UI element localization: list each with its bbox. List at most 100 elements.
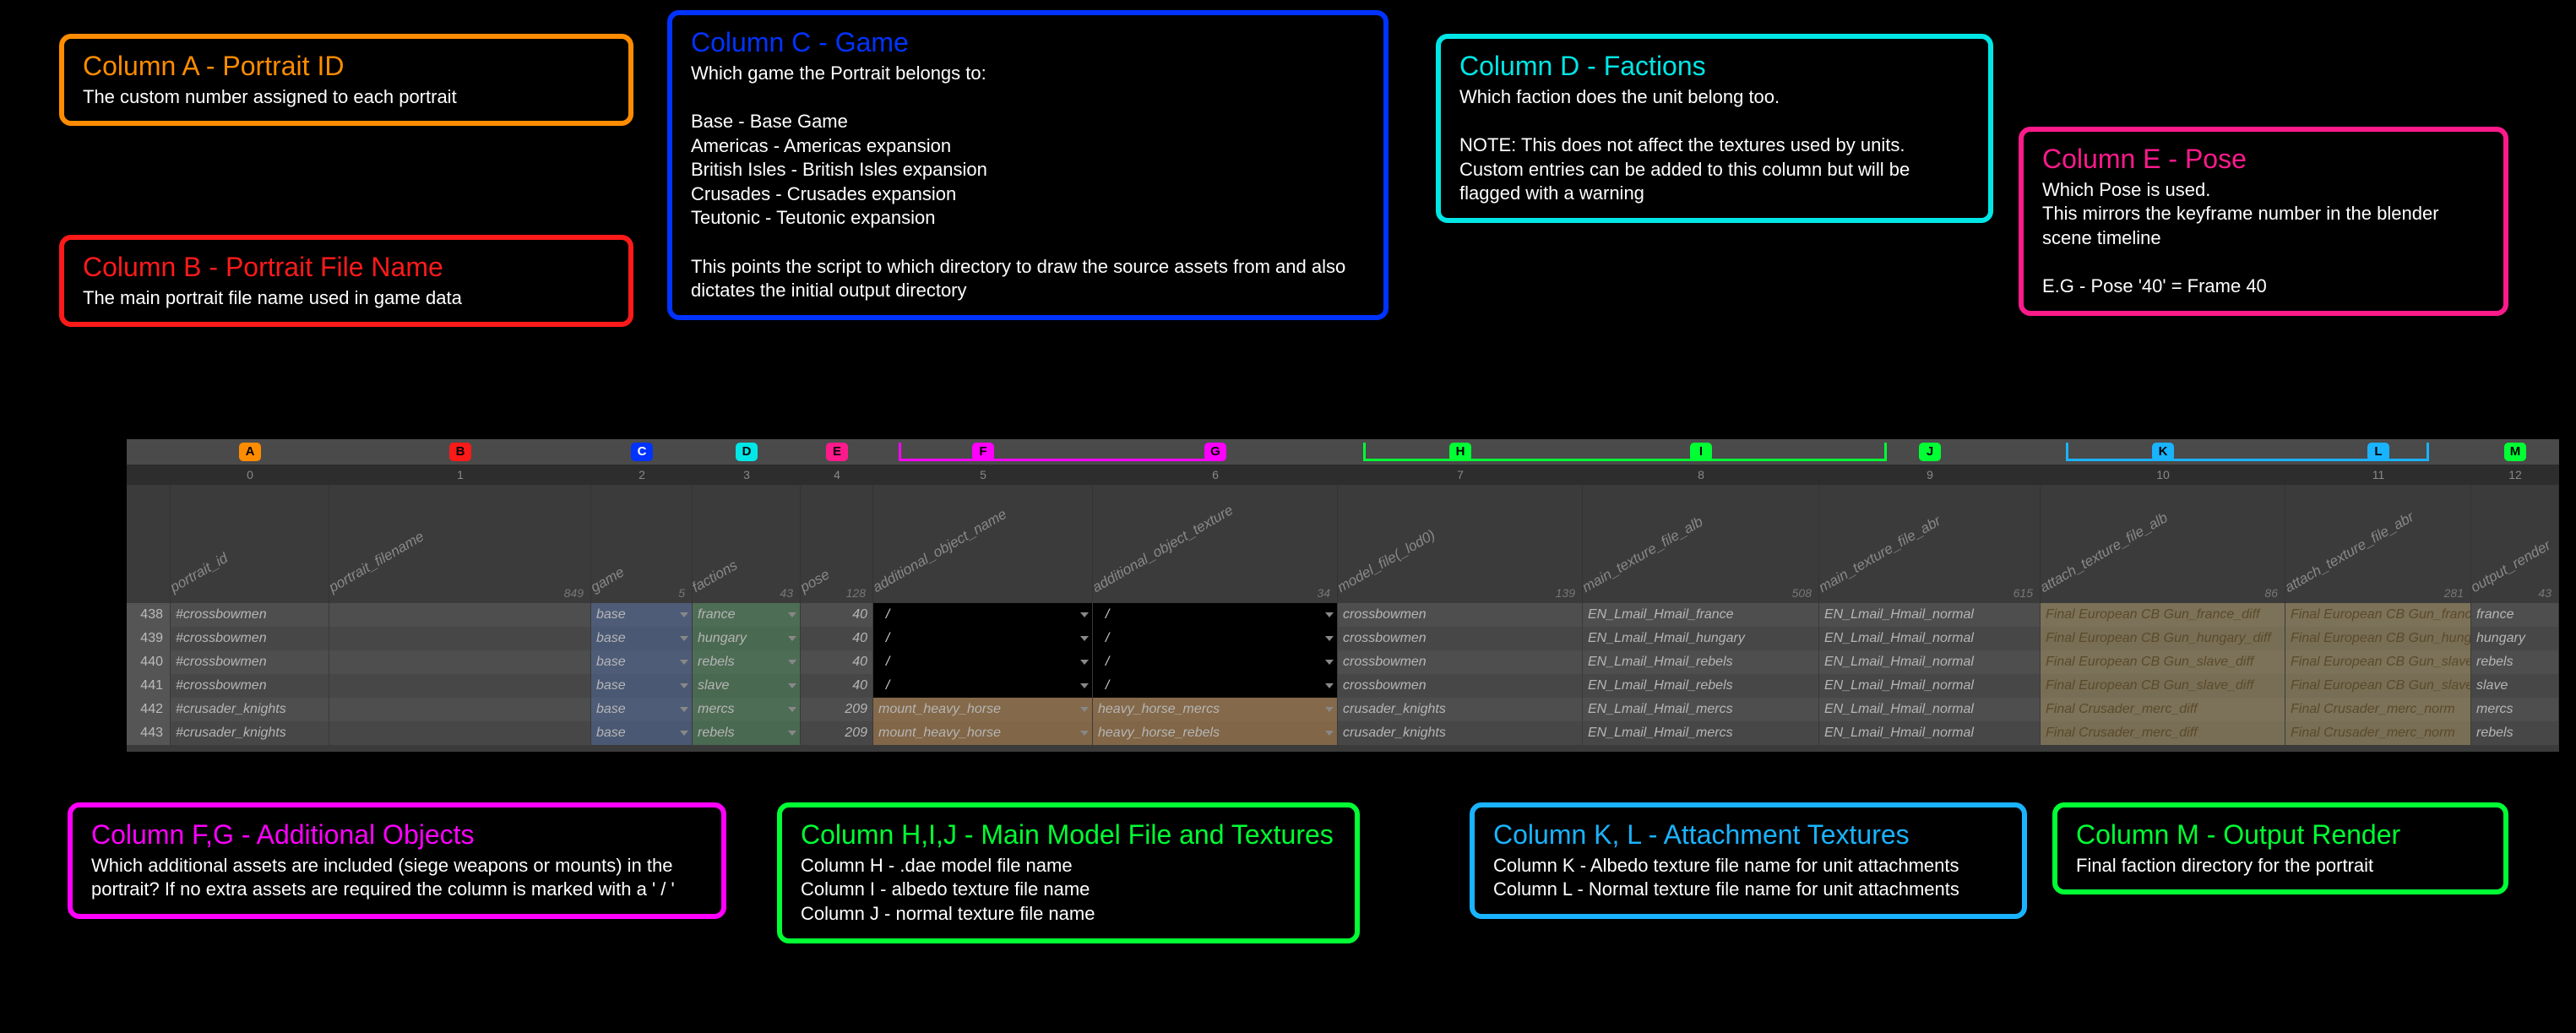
num-4[interactable]: 4 xyxy=(801,465,873,485)
cell-attach-texture-alb[interactable]: Final European CB Gun_slave_diff xyxy=(2041,650,2285,674)
cell-additional-object-name[interactable]: mount_heavy_horse xyxy=(873,721,1093,745)
cell-model-file[interactable]: crossbowmen xyxy=(1338,627,1583,650)
table-row[interactable]: 443#crusader_knightsbaserebels209mount_h… xyxy=(127,721,2559,745)
col-letter-a[interactable]: A xyxy=(171,439,329,465)
cell-additional-object-texture[interactable]: heavy_horse_rebels xyxy=(1093,721,1338,745)
num-5[interactable]: 5 xyxy=(873,465,1093,485)
num-0[interactable]: 0 xyxy=(171,465,329,485)
header-model-file[interactable]: model_file(_lod0)139 xyxy=(1338,485,1583,603)
col-letter-b[interactable]: B xyxy=(329,439,591,465)
table-row[interactable]: 440#crossbowmenbaserebels40 / /crossbowm… xyxy=(127,650,2559,674)
col-letter-g[interactable]: G xyxy=(1093,439,1338,465)
corner-cell[interactable] xyxy=(127,439,171,465)
cell-additional-object-name[interactable]: / xyxy=(873,603,1093,627)
cell-main-texture-alb[interactable]: EN_Lmail_Hmail_rebels xyxy=(1583,650,1819,674)
row-number[interactable]: 442 xyxy=(127,698,171,721)
cell-attach-texture-alb[interactable]: Final Crusader_merc_diff xyxy=(2041,721,2285,745)
chevron-down-icon[interactable] xyxy=(680,731,688,736)
cell-attach-texture-abr[interactable]: Final European CB Gun_hungary_norm xyxy=(2285,627,2471,650)
col-letter-f[interactable]: F xyxy=(873,439,1093,465)
row-number[interactable]: 443 xyxy=(127,721,171,745)
cell-main-texture-alb[interactable]: EN_Lmail_Hmail_mercs xyxy=(1583,721,1819,745)
num-10[interactable]: 10 xyxy=(2041,465,2285,485)
cell-pose[interactable]: 40 xyxy=(801,674,873,698)
cell-pose[interactable]: 209 xyxy=(801,698,873,721)
header-main-texture-alb[interactable]: main_texture_file_alb508 xyxy=(1583,485,1819,603)
cell-faction[interactable]: rebels xyxy=(693,721,801,745)
table-row[interactable]: 439#crossbowmenbasehungary40 / /crossbow… xyxy=(127,627,2559,650)
cell-output-render[interactable]: slave xyxy=(2471,674,2559,698)
chevron-down-icon[interactable] xyxy=(788,636,796,641)
num-11[interactable]: 11 xyxy=(2285,465,2471,485)
cell-faction[interactable]: mercs xyxy=(693,698,801,721)
cell-main-texture-abr[interactable]: EN_Lmail_Hmail_normal xyxy=(1819,698,2041,721)
header-main-texture-abr[interactable]: main_texture_file_abr615 xyxy=(1819,485,2041,603)
header-game[interactable]: game5 xyxy=(591,485,693,603)
cell-game[interactable]: base xyxy=(591,721,693,745)
chevron-down-icon[interactable] xyxy=(1325,660,1334,665)
cell-pose[interactable]: 209 xyxy=(801,721,873,745)
header-additional-object-name[interactable]: additional_object_name xyxy=(873,485,1093,603)
cell-blank-b[interactable] xyxy=(329,603,591,627)
cell-output-render[interactable]: rebels xyxy=(2471,721,2559,745)
row-number[interactable]: 439 xyxy=(127,627,171,650)
header-additional-object-texture[interactable]: additional_object_texture34 xyxy=(1093,485,1338,603)
chevron-down-icon[interactable] xyxy=(1080,707,1089,712)
row-number[interactable]: 440 xyxy=(127,650,171,674)
col-letter-k[interactable]: K xyxy=(2041,439,2285,465)
table-row[interactable]: 438#crossbowmenbasefrance40 / /crossbowm… xyxy=(127,603,2559,627)
cell-attach-texture-abr[interactable]: Final Crusader_merc_norm xyxy=(2285,698,2471,721)
cell-main-texture-abr[interactable]: EN_Lmail_Hmail_normal xyxy=(1819,627,2041,650)
header-factions[interactable]: factions43 xyxy=(693,485,801,603)
col-letter-h[interactable]: H xyxy=(1338,439,1583,465)
cell-attach-texture-alb[interactable]: Final Crusader_merc_diff xyxy=(2041,698,2285,721)
row-number[interactable]: 438 xyxy=(127,603,171,627)
cell-attach-texture-alb[interactable]: Final European CB Gun_hungary_diff xyxy=(2041,627,2285,650)
cell-output-render[interactable]: hungary xyxy=(2471,627,2559,650)
num-7[interactable]: 7 xyxy=(1338,465,1583,485)
cell-portrait-filename[interactable]: #crossbowmen xyxy=(171,627,329,650)
cell-attach-texture-alb[interactable]: Final European CB Gun_france_diff xyxy=(2041,603,2285,627)
chevron-down-icon[interactable] xyxy=(680,707,688,712)
num-9[interactable]: 9 xyxy=(1819,465,2041,485)
cell-output-render[interactable]: rebels xyxy=(2471,650,2559,674)
chevron-down-icon[interactable] xyxy=(1080,636,1089,641)
chevron-down-icon[interactable] xyxy=(1080,612,1089,617)
cell-model-file[interactable]: crossbowmen xyxy=(1338,603,1583,627)
chevron-down-icon[interactable] xyxy=(788,707,796,712)
col-letter-i[interactable]: I xyxy=(1583,439,1819,465)
header-portrait-id[interactable]: portrait_id xyxy=(171,485,329,603)
cell-additional-object-texture[interactable]: / xyxy=(1093,674,1338,698)
header-attach-texture-abr[interactable]: attach_texture_file_abr281 xyxy=(2285,485,2471,603)
cell-portrait-filename[interactable]: #crusader_knights xyxy=(171,721,329,745)
cell-additional-object-texture[interactable]: / xyxy=(1093,603,1338,627)
num-12-13[interactable]: 12 xyxy=(2471,465,2559,485)
chevron-down-icon[interactable] xyxy=(1080,731,1089,736)
cell-additional-object-texture[interactable]: heavy_horse_mercs xyxy=(1093,698,1338,721)
cell-model-file[interactable]: crusader_knights xyxy=(1338,698,1583,721)
chevron-down-icon[interactable] xyxy=(1325,731,1334,736)
num-8[interactable]: 8 xyxy=(1583,465,1819,485)
cell-model-file[interactable]: crossbowmen xyxy=(1338,674,1583,698)
col-letter-l[interactable]: L xyxy=(2285,439,2471,465)
cell-attach-texture-abr[interactable]: Final European CB Gun_slave_norm xyxy=(2285,674,2471,698)
cell-portrait-filename[interactable]: #crossbowmen xyxy=(171,674,329,698)
cell-additional-object-name[interactable]: / xyxy=(873,627,1093,650)
cell-additional-object-texture[interactable]: / xyxy=(1093,650,1338,674)
cell-pose[interactable]: 40 xyxy=(801,627,873,650)
cell-blank-b[interactable] xyxy=(329,698,591,721)
table-row[interactable]: 442#crusader_knightsbasemercs209mount_he… xyxy=(127,698,2559,721)
cell-main-texture-alb[interactable]: EN_Lmail_Hmail_mercs xyxy=(1583,698,1819,721)
cell-main-texture-abr[interactable]: EN_Lmail_Hmail_normal xyxy=(1819,721,2041,745)
chevron-down-icon[interactable] xyxy=(1080,660,1089,665)
cell-blank-b[interactable] xyxy=(329,627,591,650)
num-1[interactable]: 1 xyxy=(329,465,591,485)
chevron-down-icon[interactable] xyxy=(788,612,796,617)
cell-portrait-filename[interactable]: #crusader_knights xyxy=(171,698,329,721)
cell-blank-b[interactable] xyxy=(329,650,591,674)
cell-main-texture-abr[interactable]: EN_Lmail_Hmail_normal xyxy=(1819,674,2041,698)
cell-game[interactable]: base xyxy=(591,674,693,698)
cell-blank-b[interactable] xyxy=(329,721,591,745)
col-letter-j[interactable]: J xyxy=(1819,439,2041,465)
cell-faction[interactable]: france xyxy=(693,603,801,627)
